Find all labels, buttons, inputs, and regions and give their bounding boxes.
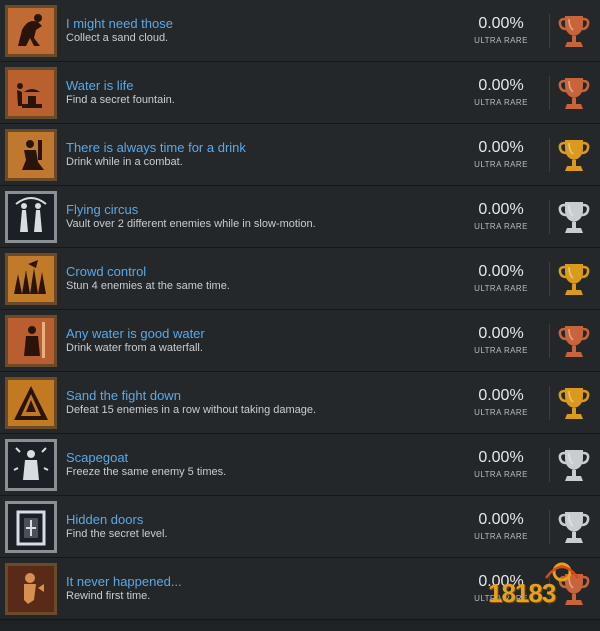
achievement-description: Drink water from a waterfall.: [66, 342, 203, 354]
achievement-title: Any water is good water: [66, 326, 205, 341]
silver-trophy-icon: [557, 508, 591, 546]
gold-trophy-icon: [557, 384, 591, 422]
fountain-icon: [5, 67, 57, 119]
divider: [549, 386, 550, 420]
bronze-trophy-icon: [557, 74, 591, 112]
achievement-title: It never happened...: [66, 574, 182, 589]
bronze-trophy-icon: [557, 12, 591, 50]
rarity-label: ULTRA RARE: [474, 408, 528, 417]
achievement-description: Collect a sand cloud.: [66, 32, 169, 44]
achievement-row[interactable]: Crowd control Stun 4 enemies at the same …: [0, 248, 600, 310]
unlock-percent: 0.00%: [478, 325, 524, 342]
achievement-description: Stun 4 enemies at the same time.: [66, 280, 230, 292]
door-icon: [5, 501, 57, 553]
gold-trophy-icon: [557, 260, 591, 298]
silver-trophy-icon: [557, 198, 591, 236]
achievement-description: Find the secret level.: [66, 528, 168, 540]
achievement-row[interactable]: Any water is good water Drink water from …: [0, 310, 600, 372]
divider: [549, 324, 550, 358]
gold-trophy-icon: [557, 136, 591, 174]
achievement-description: Freeze the same enemy 5 times.: [66, 466, 227, 478]
unlock-percent: 0.00%: [478, 139, 524, 156]
achievement-list: I might need those Collect a sand cloud. 0…: [0, 0, 600, 631]
frozen-figure-icon: [5, 439, 57, 491]
figure-bending-icon: [5, 5, 57, 57]
silver-trophy-icon: [557, 446, 591, 484]
divider: [549, 138, 550, 172]
achievement-title: Hidden doors: [66, 512, 144, 527]
achievement-row[interactable]: Flying circus Vault over 2 different enem…: [0, 186, 600, 248]
achievement-title: Crowd control: [66, 264, 147, 279]
achievement-description: Vault over 2 different enemies while in …: [66, 218, 316, 230]
achievement-row[interactable]: I might need those Collect a sand cloud. 0…: [0, 0, 600, 62]
unlock-percent: 0.00%: [478, 449, 524, 466]
rarity-label: ULTRA RARE: [474, 532, 528, 541]
achievement-row[interactable]: Hidden doors Find the secret level. 0.00% U…: [0, 496, 600, 558]
watermark-logo: 18183: [470, 560, 595, 626]
unlock-percent: 0.00%: [478, 15, 524, 32]
bronze-trophy-icon: [557, 322, 591, 360]
achievement-title: There is always time for a drink: [66, 140, 246, 155]
achievement-description: Rewind first time.: [66, 590, 151, 602]
achievement-title: Scapegoat: [66, 450, 129, 465]
unlock-percent: 0.00%: [478, 201, 524, 218]
rarity-label: ULTRA RARE: [474, 98, 528, 107]
watermark-text: 18183: [488, 578, 556, 608]
achievement-row[interactable]: There is always time for a drink Drink wh…: [0, 124, 600, 186]
unlock-percent: 0.00%: [478, 387, 524, 404]
rarity-label: ULTRA RARE: [474, 470, 528, 479]
divider: [549, 14, 550, 48]
rarity-label: ULTRA RARE: [474, 284, 528, 293]
divider: [549, 200, 550, 234]
acrobats-icon: [5, 191, 57, 243]
achievement-row[interactable]: Sand the fight down Defeat 15 enemies in …: [0, 372, 600, 434]
crowd-icon: [5, 253, 57, 305]
pyramid-icon: [5, 377, 57, 429]
unlock-percent: 0.00%: [478, 77, 524, 94]
waterfall-figure-icon: [5, 315, 57, 367]
achievement-description: Defeat 15 enemies in a row without takin…: [66, 404, 317, 416]
achievement-row[interactable]: Water is life Find a secret fountain. 0.00…: [0, 62, 600, 124]
achievement-description: Find a secret fountain.: [66, 94, 175, 106]
rarity-label: ULTRA RARE: [474, 346, 528, 355]
divider: [549, 448, 550, 482]
divider: [549, 510, 550, 544]
unlock-percent: 0.00%: [478, 511, 524, 528]
rarity-label: ULTRA RARE: [474, 160, 528, 169]
achievement-title: Water is life: [66, 78, 134, 93]
achievement-title: Flying circus: [66, 202, 139, 217]
achievement-row[interactable]: Scapegoat Freeze the same enemy 5 times. 0…: [0, 434, 600, 496]
achievement-description: Drink while in a combat.: [66, 156, 183, 168]
rarity-label: ULTRA RARE: [474, 222, 528, 231]
kneeling-figure-icon: [5, 129, 57, 181]
achievement-title: Sand the fight down: [66, 388, 181, 403]
rewind-figure-icon: [5, 563, 57, 615]
unlock-percent: 0.00%: [478, 263, 524, 280]
achievement-title: I might need those: [66, 16, 173, 31]
divider: [549, 262, 550, 296]
divider: [549, 76, 550, 110]
rarity-label: ULTRA RARE: [474, 36, 528, 45]
